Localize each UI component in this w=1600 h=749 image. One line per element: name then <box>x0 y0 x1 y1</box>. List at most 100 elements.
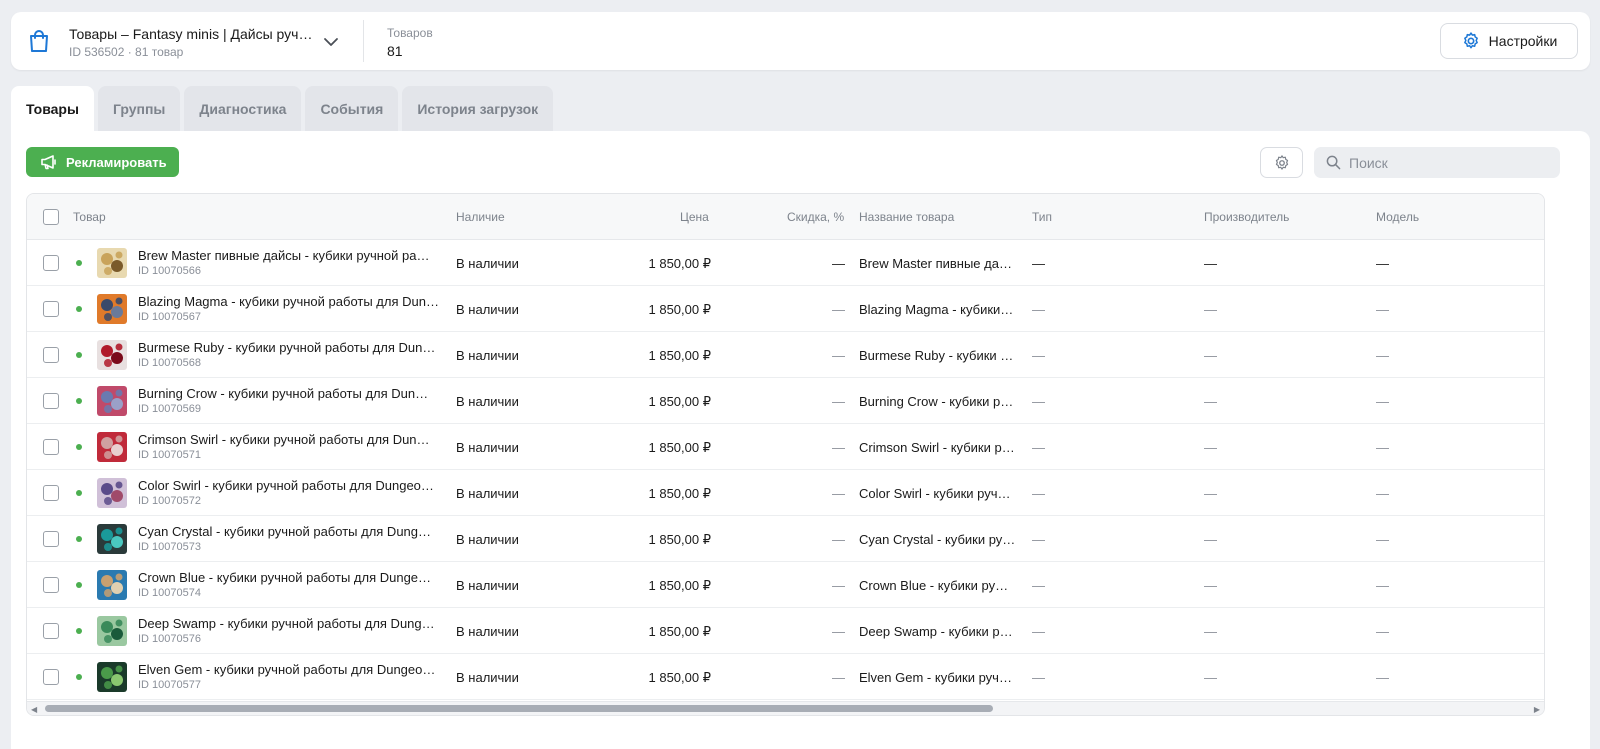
table-row[interactable]: Crimson Swirl - кубики ручной работы для… <box>27 424 1544 470</box>
product-thumbnail[interactable] <box>97 248 127 278</box>
column-header-price[interactable]: Цена <box>680 210 709 224</box>
table-row[interactable]: Elven Gem - кубики ручной работы для Dun… <box>27 654 1544 700</box>
product-name-link[interactable]: Crown Blue - кубики ручной работы для Du… <box>138 570 443 585</box>
scroll-left-icon[interactable]: ◀ <box>31 705 37 714</box>
tab-diagnostics[interactable]: Диагностика <box>184 86 302 131</box>
product-name-link[interactable]: Deep Swamp - кубики ручной работы для Du… <box>138 616 443 631</box>
availability-cell: В наличии <box>456 670 519 685</box>
row-checkbox[interactable] <box>43 301 59 317</box>
discount-cell: — <box>832 440 845 455</box>
product-thumbnail[interactable] <box>97 570 127 600</box>
product-thumbnail[interactable] <box>97 432 127 462</box>
price-cell: 1 850,00 ₽ <box>648 670 712 685</box>
row-checkbox[interactable] <box>43 393 59 409</box>
table-row[interactable]: Deep Swamp - кубики ручной работы для Du… <box>27 608 1544 654</box>
product-id: ID 10070571 <box>138 449 201 461</box>
product-thumbnail[interactable] <box>97 524 127 554</box>
product-title-cell: Deep Swamp - кубики р… <box>859 624 1013 639</box>
product-name-link[interactable]: Blazing Magma - кубики ручной работы для… <box>138 294 443 309</box>
model-cell: — <box>1376 670 1389 685</box>
type-cell: — <box>1032 578 1045 593</box>
promote-button[interactable]: Рекламировать <box>26 147 179 177</box>
horizontal-scrollbar[interactable]: ◀ ▶ <box>27 701 1544 715</box>
products-panel: Рекламировать Товар Наличие Цена Скидка,… <box>11 131 1590 749</box>
row-checkbox[interactable] <box>43 623 59 639</box>
column-header-name[interactable]: Название товара <box>859 210 954 224</box>
status-dot <box>76 398 82 404</box>
search-input[interactable] <box>1349 154 1549 171</box>
row-checkbox[interactable] <box>43 531 59 547</box>
table-row[interactable]: Color Swirl - кубики ручной работы для D… <box>27 470 1544 516</box>
select-all-checkbox[interactable] <box>43 209 59 225</box>
type-cell: — <box>1032 302 1045 317</box>
column-header-discount[interactable]: Скидка, % <box>787 210 844 224</box>
row-checkbox[interactable] <box>43 255 59 271</box>
table-row[interactable]: Brew Master пивные дайсы - кубики ручной… <box>27 240 1544 286</box>
availability-cell: В наличии <box>456 256 519 271</box>
discount-cell: — <box>832 302 845 317</box>
product-name-link[interactable]: Crimson Swirl - кубики ручной работы для… <box>138 432 443 447</box>
discount-cell: — <box>832 256 845 271</box>
settings-button[interactable]: Настройки <box>1440 23 1578 59</box>
table-row[interactable]: Crown Blue - кубики ручной работы для Du… <box>27 562 1544 608</box>
row-checkbox[interactable] <box>43 577 59 593</box>
product-name-link[interactable]: Brew Master пивные дайсы - кубики ручной… <box>138 248 443 263</box>
row-checkbox[interactable] <box>43 485 59 501</box>
product-name-link[interactable]: Burning Crow - кубики ручной работы для … <box>138 386 443 401</box>
product-name-link[interactable]: Elven Gem - кубики ручной работы для Dun… <box>138 662 443 677</box>
megaphone-icon <box>41 155 56 170</box>
products-table: Товар Наличие Цена Скидка, % Название то… <box>26 193 1545 716</box>
product-name-link[interactable]: Cyan Crystal - кубики ручной работы для … <box>138 524 443 539</box>
scroll-right-icon[interactable]: ▶ <box>1534 705 1540 714</box>
chevron-down-icon[interactable] <box>321 32 341 52</box>
table-row[interactable]: Blazing Magma - кубики ручной работы для… <box>27 286 1544 332</box>
product-thumbnail[interactable] <box>97 662 127 692</box>
column-header-model[interactable]: Модель <box>1376 210 1419 224</box>
table-settings-button[interactable] <box>1260 147 1303 178</box>
type-cell: — <box>1032 440 1045 455</box>
model-cell: — <box>1376 578 1389 593</box>
header-divider <box>363 20 364 62</box>
column-header-product[interactable]: Товар <box>73 210 106 224</box>
model-cell: — <box>1376 624 1389 639</box>
tab-groups[interactable]: Группы <box>97 86 181 131</box>
model-cell: — <box>1376 256 1389 271</box>
product-thumbnail[interactable] <box>97 478 127 508</box>
row-checkbox[interactable] <box>43 439 59 455</box>
product-title-cell: Blazing Magma - кубики… <box>859 302 1014 317</box>
availability-cell: В наличии <box>456 394 519 409</box>
status-dot <box>76 628 82 634</box>
product-name-link[interactable]: Color Swirl - кубики ручной работы для D… <box>138 478 443 493</box>
price-cell: 1 850,00 ₽ <box>648 302 712 317</box>
table-row[interactable]: Burmese Ruby - кубики ручной работы для … <box>27 332 1544 378</box>
product-thumbnail[interactable] <box>97 294 127 324</box>
row-checkbox[interactable] <box>43 347 59 363</box>
product-thumbnail[interactable] <box>97 616 127 646</box>
status-dot <box>76 490 82 496</box>
product-thumbnail[interactable] <box>97 386 127 416</box>
column-header-type[interactable]: Тип <box>1032 210 1052 224</box>
product-id: ID 10070569 <box>138 403 201 415</box>
model-cell: — <box>1376 302 1389 317</box>
tab-products[interactable]: Товары <box>11 86 94 131</box>
tab-upload-history[interactable]: История загрузок <box>402 86 554 131</box>
column-header-availability[interactable]: Наличие <box>456 210 505 224</box>
products-count-value: 81 <box>387 43 403 59</box>
tab-events[interactable]: События <box>305 86 399 131</box>
scrollbar-thumb[interactable] <box>45 705 993 712</box>
model-cell: — <box>1376 440 1389 455</box>
manufacturer-cell: — <box>1204 302 1217 317</box>
gear-icon <box>1463 32 1478 49</box>
product-thumbnail[interactable] <box>97 340 127 370</box>
product-name-link[interactable]: Burmese Ruby - кубики ручной работы для … <box>138 340 443 355</box>
column-header-manufacturer[interactable]: Производитель <box>1204 210 1289 224</box>
table-row[interactable]: Cyan Crystal - кубики ручной работы для … <box>27 516 1544 562</box>
table-row[interactable]: Burning Crow - кубики ручной работы для … <box>27 378 1544 424</box>
product-title-cell: Burning Crow - кубики р… <box>859 394 1014 409</box>
availability-cell: В наличии <box>456 302 519 317</box>
search-icon <box>1326 155 1341 170</box>
shopping-bag-icon <box>30 30 48 52</box>
price-cell: 1 850,00 ₽ <box>648 348 712 363</box>
row-checkbox[interactable] <box>43 669 59 685</box>
type-cell: — <box>1032 394 1045 409</box>
